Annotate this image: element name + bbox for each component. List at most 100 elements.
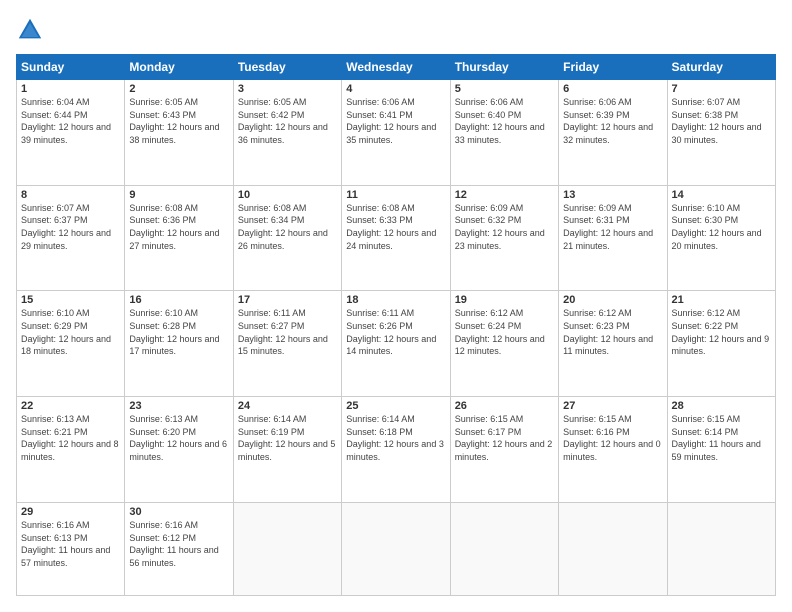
calendar-cell bbox=[342, 502, 450, 595]
day-info: Sunrise: 6:08 AMSunset: 6:33 PMDaylight:… bbox=[346, 202, 445, 252]
day-info: Sunrise: 6:10 AMSunset: 6:30 PMDaylight:… bbox=[672, 202, 771, 252]
calendar-cell: 3 Sunrise: 6:05 AMSunset: 6:42 PMDayligh… bbox=[233, 80, 341, 186]
day-info: Sunrise: 6:15 AMSunset: 6:16 PMDaylight:… bbox=[563, 413, 662, 463]
weekday-header: Tuesday bbox=[233, 55, 341, 80]
day-number: 26 bbox=[455, 400, 554, 412]
day-info: Sunrise: 6:10 AMSunset: 6:28 PMDaylight:… bbox=[129, 307, 228, 357]
day-info: Sunrise: 6:06 AMSunset: 6:41 PMDaylight:… bbox=[346, 96, 445, 146]
day-number: 29 bbox=[21, 506, 120, 518]
day-info: Sunrise: 6:15 AMSunset: 6:17 PMDaylight:… bbox=[455, 413, 554, 463]
day-info: Sunrise: 6:08 AMSunset: 6:36 PMDaylight:… bbox=[129, 202, 228, 252]
day-number: 6 bbox=[563, 83, 662, 95]
day-info: Sunrise: 6:06 AMSunset: 6:39 PMDaylight:… bbox=[563, 96, 662, 146]
day-info: Sunrise: 6:16 AMSunset: 6:12 PMDaylight:… bbox=[129, 519, 228, 569]
header bbox=[16, 16, 776, 44]
calendar-cell: 21 Sunrise: 6:12 AMSunset: 6:22 PMDaylig… bbox=[667, 291, 775, 397]
day-number: 18 bbox=[346, 294, 445, 306]
calendar-cell bbox=[450, 502, 558, 595]
day-number: 5 bbox=[455, 83, 554, 95]
day-number: 16 bbox=[129, 294, 228, 306]
calendar-cell bbox=[667, 502, 775, 595]
calendar-table: SundayMondayTuesdayWednesdayThursdayFrid… bbox=[16, 54, 776, 596]
calendar-cell: 13 Sunrise: 6:09 AMSunset: 6:31 PMDaylig… bbox=[559, 185, 667, 291]
day-info: Sunrise: 6:11 AMSunset: 6:27 PMDaylight:… bbox=[238, 307, 337, 357]
day-number: 21 bbox=[672, 294, 771, 306]
calendar-cell: 10 Sunrise: 6:08 AMSunset: 6:34 PMDaylig… bbox=[233, 185, 341, 291]
day-info: Sunrise: 6:14 AMSunset: 6:18 PMDaylight:… bbox=[346, 413, 445, 463]
calendar-cell: 19 Sunrise: 6:12 AMSunset: 6:24 PMDaylig… bbox=[450, 291, 558, 397]
day-number: 14 bbox=[672, 189, 771, 201]
calendar-cell: 8 Sunrise: 6:07 AMSunset: 6:37 PMDayligh… bbox=[17, 185, 125, 291]
weekday-header: Sunday bbox=[17, 55, 125, 80]
day-number: 22 bbox=[21, 400, 120, 412]
day-number: 11 bbox=[346, 189, 445, 201]
day-number: 20 bbox=[563, 294, 662, 306]
day-info: Sunrise: 6:16 AMSunset: 6:13 PMDaylight:… bbox=[21, 519, 120, 569]
calendar-cell: 17 Sunrise: 6:11 AMSunset: 6:27 PMDaylig… bbox=[233, 291, 341, 397]
day-number: 25 bbox=[346, 400, 445, 412]
calendar-cell: 28 Sunrise: 6:15 AMSunset: 6:14 PMDaylig… bbox=[667, 397, 775, 503]
day-info: Sunrise: 6:12 AMSunset: 6:22 PMDaylight:… bbox=[672, 307, 771, 357]
calendar-cell: 18 Sunrise: 6:11 AMSunset: 6:26 PMDaylig… bbox=[342, 291, 450, 397]
day-number: 13 bbox=[563, 189, 662, 201]
week-row: 29 Sunrise: 6:16 AMSunset: 6:13 PMDaylig… bbox=[17, 502, 776, 595]
calendar-cell: 29 Sunrise: 6:16 AMSunset: 6:13 PMDaylig… bbox=[17, 502, 125, 595]
calendar-cell: 11 Sunrise: 6:08 AMSunset: 6:33 PMDaylig… bbox=[342, 185, 450, 291]
calendar-cell: 4 Sunrise: 6:06 AMSunset: 6:41 PMDayligh… bbox=[342, 80, 450, 186]
day-number: 19 bbox=[455, 294, 554, 306]
calendar-cell: 22 Sunrise: 6:13 AMSunset: 6:21 PMDaylig… bbox=[17, 397, 125, 503]
weekday-header: Friday bbox=[559, 55, 667, 80]
day-number: 7 bbox=[672, 83, 771, 95]
day-number: 10 bbox=[238, 189, 337, 201]
weekday-header: Thursday bbox=[450, 55, 558, 80]
calendar-cell: 30 Sunrise: 6:16 AMSunset: 6:12 PMDaylig… bbox=[125, 502, 233, 595]
day-number: 4 bbox=[346, 83, 445, 95]
week-row: 22 Sunrise: 6:13 AMSunset: 6:21 PMDaylig… bbox=[17, 397, 776, 503]
day-info: Sunrise: 6:07 AMSunset: 6:38 PMDaylight:… bbox=[672, 96, 771, 146]
page: SundayMondayTuesdayWednesdayThursdayFrid… bbox=[0, 0, 792, 612]
day-info: Sunrise: 6:09 AMSunset: 6:31 PMDaylight:… bbox=[563, 202, 662, 252]
day-info: Sunrise: 6:07 AMSunset: 6:37 PMDaylight:… bbox=[21, 202, 120, 252]
calendar-cell: 9 Sunrise: 6:08 AMSunset: 6:36 PMDayligh… bbox=[125, 185, 233, 291]
calendar-cell: 7 Sunrise: 6:07 AMSunset: 6:38 PMDayligh… bbox=[667, 80, 775, 186]
day-number: 27 bbox=[563, 400, 662, 412]
calendar-cell: 2 Sunrise: 6:05 AMSunset: 6:43 PMDayligh… bbox=[125, 80, 233, 186]
calendar-cell: 16 Sunrise: 6:10 AMSunset: 6:28 PMDaylig… bbox=[125, 291, 233, 397]
day-info: Sunrise: 6:06 AMSunset: 6:40 PMDaylight:… bbox=[455, 96, 554, 146]
logo bbox=[16, 16, 48, 44]
week-row: 1 Sunrise: 6:04 AMSunset: 6:44 PMDayligh… bbox=[17, 80, 776, 186]
calendar-cell: 26 Sunrise: 6:15 AMSunset: 6:17 PMDaylig… bbox=[450, 397, 558, 503]
day-info: Sunrise: 6:05 AMSunset: 6:42 PMDaylight:… bbox=[238, 96, 337, 146]
day-info: Sunrise: 6:04 AMSunset: 6:44 PMDaylight:… bbox=[21, 96, 120, 146]
day-number: 17 bbox=[238, 294, 337, 306]
weekday-header: Monday bbox=[125, 55, 233, 80]
day-info: Sunrise: 6:13 AMSunset: 6:21 PMDaylight:… bbox=[21, 413, 120, 463]
day-info: Sunrise: 6:05 AMSunset: 6:43 PMDaylight:… bbox=[129, 96, 228, 146]
week-row: 8 Sunrise: 6:07 AMSunset: 6:37 PMDayligh… bbox=[17, 185, 776, 291]
calendar-cell: 20 Sunrise: 6:12 AMSunset: 6:23 PMDaylig… bbox=[559, 291, 667, 397]
logo-icon bbox=[16, 16, 44, 44]
day-number: 23 bbox=[129, 400, 228, 412]
calendar-cell: 24 Sunrise: 6:14 AMSunset: 6:19 PMDaylig… bbox=[233, 397, 341, 503]
day-info: Sunrise: 6:14 AMSunset: 6:19 PMDaylight:… bbox=[238, 413, 337, 463]
weekday-header-row: SundayMondayTuesdayWednesdayThursdayFrid… bbox=[17, 55, 776, 80]
day-info: Sunrise: 6:12 AMSunset: 6:23 PMDaylight:… bbox=[563, 307, 662, 357]
day-info: Sunrise: 6:13 AMSunset: 6:20 PMDaylight:… bbox=[129, 413, 228, 463]
calendar-cell: 23 Sunrise: 6:13 AMSunset: 6:20 PMDaylig… bbox=[125, 397, 233, 503]
day-number: 2 bbox=[129, 83, 228, 95]
day-info: Sunrise: 6:10 AMSunset: 6:29 PMDaylight:… bbox=[21, 307, 120, 357]
day-info: Sunrise: 6:12 AMSunset: 6:24 PMDaylight:… bbox=[455, 307, 554, 357]
day-number: 15 bbox=[21, 294, 120, 306]
calendar-cell: 6 Sunrise: 6:06 AMSunset: 6:39 PMDayligh… bbox=[559, 80, 667, 186]
day-number: 12 bbox=[455, 189, 554, 201]
day-info: Sunrise: 6:09 AMSunset: 6:32 PMDaylight:… bbox=[455, 202, 554, 252]
calendar-cell: 15 Sunrise: 6:10 AMSunset: 6:29 PMDaylig… bbox=[17, 291, 125, 397]
week-row: 15 Sunrise: 6:10 AMSunset: 6:29 PMDaylig… bbox=[17, 291, 776, 397]
day-number: 24 bbox=[238, 400, 337, 412]
calendar-cell: 27 Sunrise: 6:15 AMSunset: 6:16 PMDaylig… bbox=[559, 397, 667, 503]
day-number: 9 bbox=[129, 189, 228, 201]
calendar-cell: 25 Sunrise: 6:14 AMSunset: 6:18 PMDaylig… bbox=[342, 397, 450, 503]
calendar-cell bbox=[233, 502, 341, 595]
day-info: Sunrise: 6:15 AMSunset: 6:14 PMDaylight:… bbox=[672, 413, 771, 463]
day-info: Sunrise: 6:08 AMSunset: 6:34 PMDaylight:… bbox=[238, 202, 337, 252]
